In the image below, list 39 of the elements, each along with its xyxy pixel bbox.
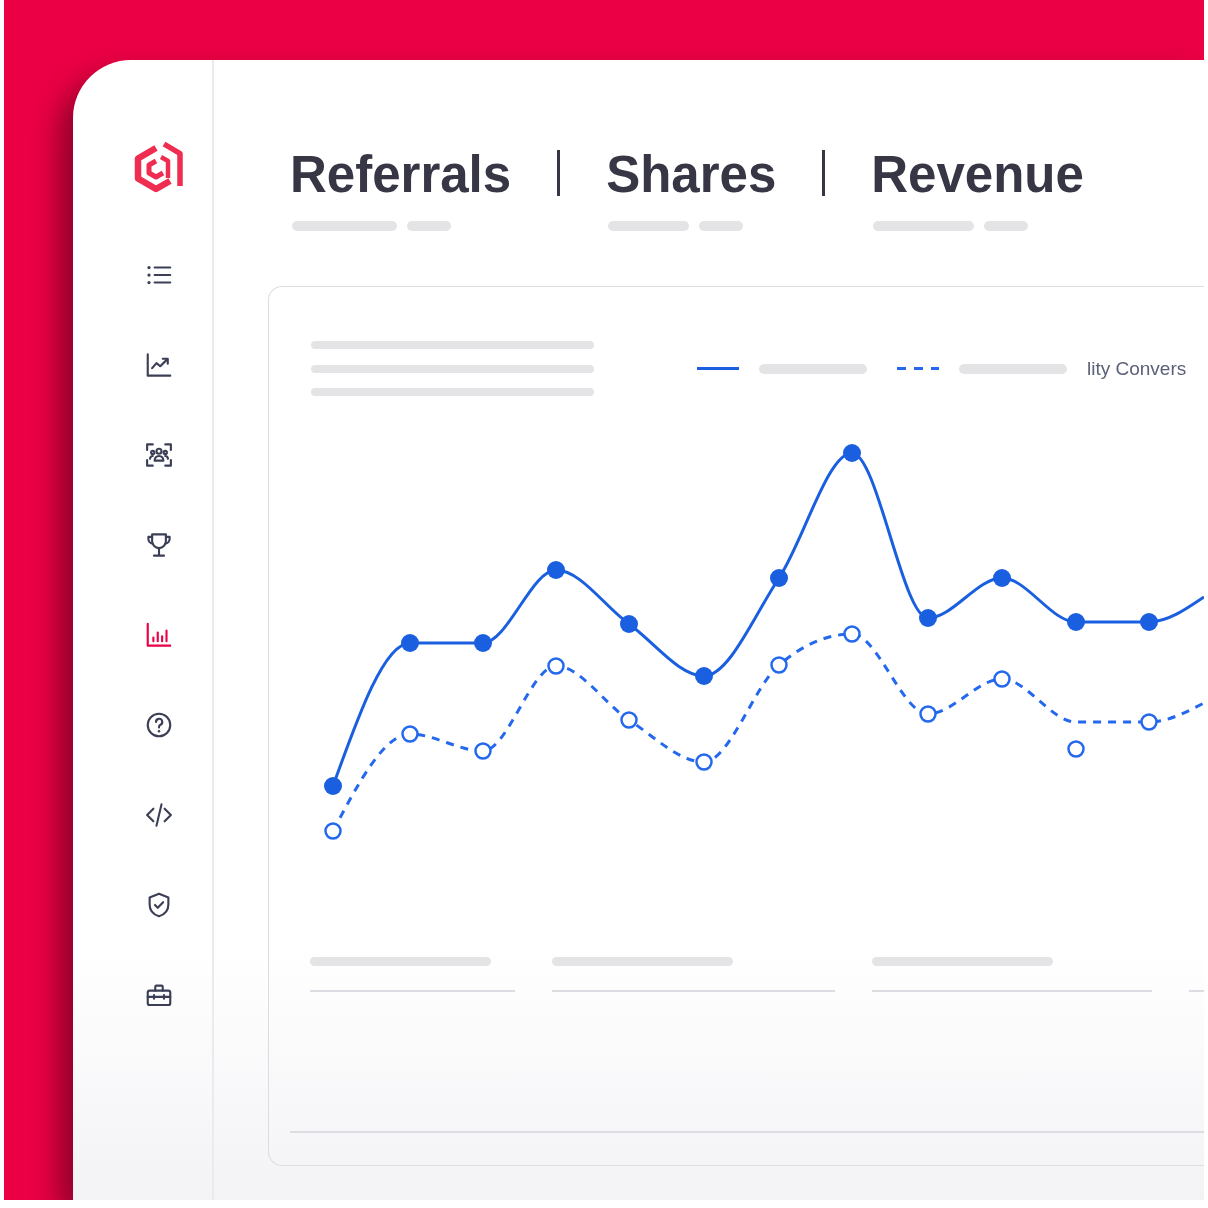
hollow-data-point (993, 670, 1011, 688)
hollow-data-point (1067, 740, 1085, 758)
dashed-line-icon (897, 367, 939, 370)
metric-title: Shares (606, 145, 777, 205)
data-point (919, 609, 937, 627)
data-point (843, 444, 861, 462)
data-point (401, 634, 419, 652)
data-point (770, 569, 788, 587)
people-frame-icon[interactable] (144, 440, 174, 470)
hollow-data-point (324, 822, 342, 840)
data-point (1140, 613, 1158, 631)
hollow-data-point (770, 656, 788, 674)
hollow-data-point (474, 742, 492, 760)
skeleton-bar (984, 221, 1029, 231)
help-icon[interactable] (144, 710, 174, 740)
skeleton-bar (407, 221, 452, 231)
hollow-data-point (695, 753, 713, 771)
hollow-data-point (547, 657, 565, 675)
metric-title: Revenue (871, 145, 1084, 205)
hollow-data-point (401, 725, 419, 743)
trophy-icon[interactable] (144, 530, 174, 560)
hollow-data-point (1140, 713, 1158, 731)
data-point (547, 561, 565, 579)
data-point (474, 634, 492, 652)
hollow-data-point (843, 625, 861, 643)
trend-chart-icon[interactable] (144, 350, 174, 380)
metric-title: Referrals (290, 145, 512, 205)
hollow-data-point (620, 711, 638, 729)
legend-label: lity Convers (1087, 359, 1187, 378)
solid-line-icon (697, 367, 739, 370)
data-point (1067, 613, 1085, 631)
skeleton-bar (698, 221, 743, 231)
hollow-data-point (919, 705, 937, 723)
data-point (993, 569, 1011, 587)
data-point (324, 777, 342, 795)
data-point (620, 615, 638, 633)
code-icon[interactable] (144, 800, 174, 830)
data-point (695, 667, 713, 685)
bar-chart-icon[interactable] (144, 620, 174, 650)
